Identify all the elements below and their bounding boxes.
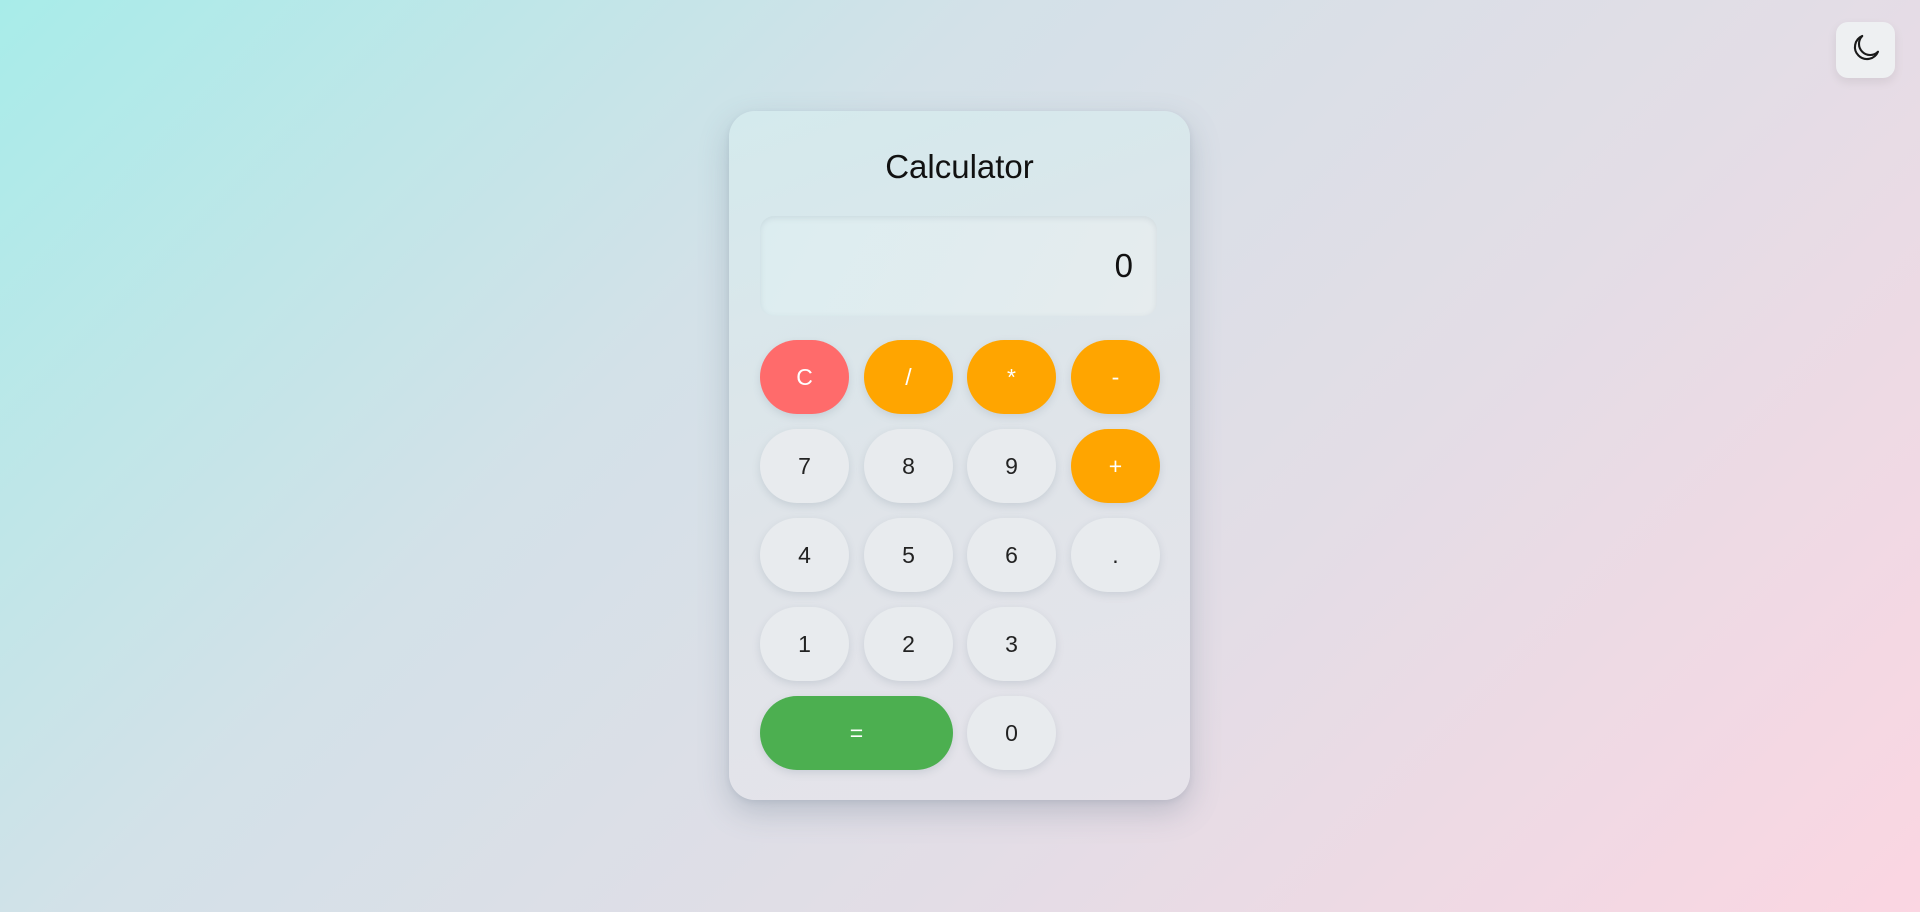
calculator-display: 0 <box>760 216 1157 316</box>
digit-6-button[interactable]: 6 <box>967 518 1056 592</box>
equals-button[interactable]: = <box>760 696 953 770</box>
digit-3-button[interactable]: 3 <box>967 607 1056 681</box>
divide-button[interactable]: / <box>864 340 953 414</box>
decimal-button[interactable]: . <box>1071 518 1160 592</box>
digit-4-button[interactable]: 4 <box>760 518 849 592</box>
digit-8-button[interactable]: 8 <box>864 429 953 503</box>
digit-1-button[interactable]: 1 <box>760 607 849 681</box>
theme-toggle-button[interactable] <box>1836 22 1895 78</box>
clear-button[interactable]: C <box>760 340 849 414</box>
display-value: 0 <box>1114 247 1133 284</box>
digit-0-button[interactable]: 0 <box>967 696 1056 770</box>
digit-7-button[interactable]: 7 <box>760 429 849 503</box>
multiply-button[interactable]: * <box>967 340 1056 414</box>
digit-5-button[interactable]: 5 <box>864 518 953 592</box>
moon-icon <box>1848 30 1884 71</box>
calculator-card: Calculator 0 C / * - 7 8 9 + 4 5 6 . 1 2… <box>729 111 1190 800</box>
subtract-button[interactable]: - <box>1071 340 1160 414</box>
digit-9-button[interactable]: 9 <box>967 429 1056 503</box>
digit-2-button[interactable]: 2 <box>864 607 953 681</box>
add-button[interactable]: + <box>1071 429 1160 503</box>
page-title: Calculator <box>885 148 1034 185</box>
